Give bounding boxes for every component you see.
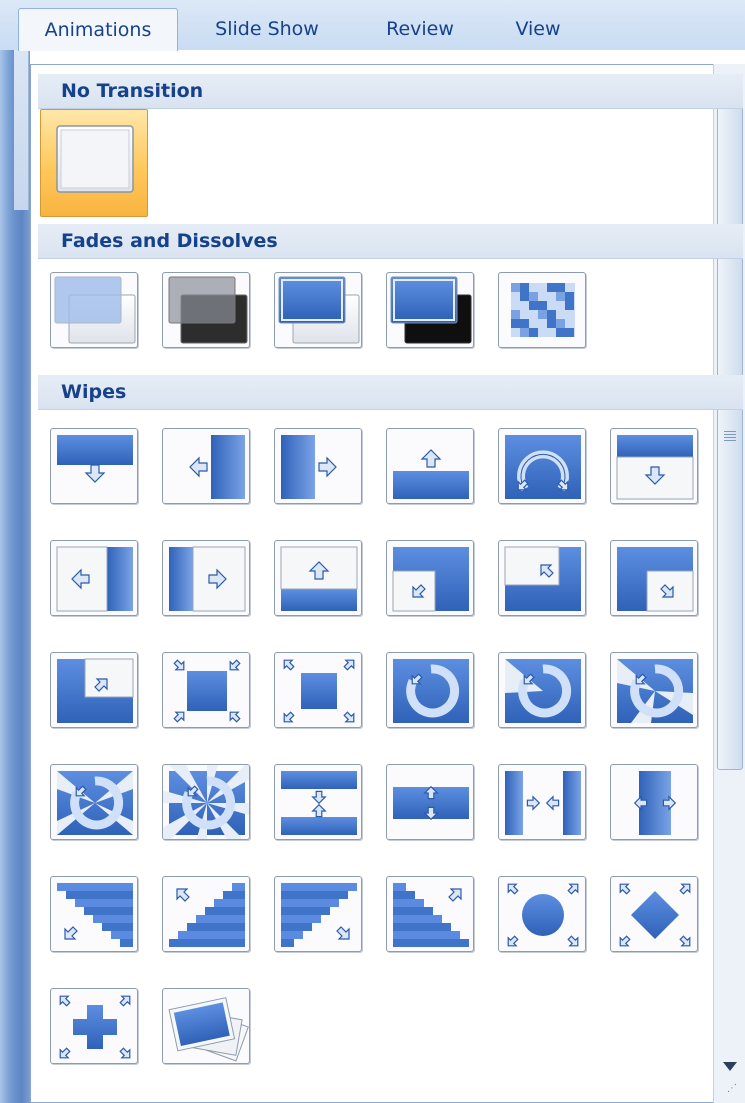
transition-uncover-down[interactable] xyxy=(610,428,698,504)
section-header-wipes: Wipes xyxy=(38,375,743,410)
transition-wheel-1-spoke[interactable] xyxy=(386,652,474,728)
resize-grip-icon[interactable]: ⋰ xyxy=(727,1084,741,1099)
transition-uncover-right[interactable] xyxy=(162,540,250,616)
tab-view[interactable]: View xyxy=(496,8,580,50)
transition-split-vertical-in[interactable] xyxy=(498,764,586,840)
transition-circle[interactable] xyxy=(498,876,586,952)
transition-uncover-right-down[interactable] xyxy=(610,540,698,616)
wipe-right-icon xyxy=(281,435,337,499)
wipe-down-icon xyxy=(57,435,133,483)
wipe-left-icon xyxy=(189,435,245,499)
ribbon-left-edge xyxy=(0,50,30,1103)
fade-through-black-icon xyxy=(168,276,248,344)
strips-left-up-icon xyxy=(169,883,245,947)
transition-strips-right-down[interactable] xyxy=(274,876,362,952)
fade-smoothly-icon xyxy=(54,276,136,344)
gallery-scrollbar[interactable] xyxy=(713,64,745,1103)
uncover-left-down-icon xyxy=(392,547,469,612)
transition-wheel-8-spokes[interactable] xyxy=(162,764,250,840)
transition-wheel-4-spokes[interactable] xyxy=(50,764,138,840)
transition-fade-through-black[interactable] xyxy=(162,272,250,348)
strips-right-up-icon xyxy=(393,883,469,947)
uncover-left-icon xyxy=(56,546,133,612)
wheel-8-spokes-icon xyxy=(163,765,249,839)
transition-split-vertical-out[interactable] xyxy=(610,764,698,840)
transition-random-transition[interactable] xyxy=(162,988,250,1064)
tab-slide-show[interactable]: Slide Show xyxy=(192,8,342,50)
transition-split-horizontal-in[interactable] xyxy=(274,764,362,840)
transition-wipe-up[interactable] xyxy=(386,428,474,504)
transition-uncover-left[interactable] xyxy=(50,540,138,616)
transition-uncover-up[interactable] xyxy=(274,540,362,616)
transition-wheel-2-spokes[interactable] xyxy=(498,652,586,728)
uncover-right-up-icon xyxy=(57,658,134,723)
transition-no-transition[interactable] xyxy=(40,109,148,217)
circle-icon xyxy=(507,883,579,947)
transition-box-in[interactable] xyxy=(162,652,250,728)
transition-wipe-down[interactable] xyxy=(50,428,138,504)
strips-right-down-icon xyxy=(281,883,357,947)
transition-cut[interactable] xyxy=(274,272,362,348)
wedge-icon xyxy=(505,435,581,499)
uncover-left-up-icon xyxy=(504,546,581,611)
transition-cut-through-black[interactable] xyxy=(386,272,474,348)
box-in-icon xyxy=(173,659,241,723)
tab-review[interactable]: Review xyxy=(364,8,476,50)
split-horizontal-in-icon xyxy=(281,771,357,835)
wheel-2-spokes-icon xyxy=(505,659,581,723)
transition-strips-right-up[interactable] xyxy=(386,876,474,952)
uncover-right-icon xyxy=(169,546,246,612)
transition-fade-smoothly[interactable] xyxy=(50,272,138,348)
transition-diamond[interactable] xyxy=(610,876,698,952)
split-vertical-in-icon xyxy=(505,771,581,835)
transition-uncover-left-down[interactable] xyxy=(386,540,474,616)
wheel-3-spokes-icon xyxy=(617,659,693,723)
transition-strips-left-down[interactable] xyxy=(50,876,138,952)
uncover-up-icon xyxy=(280,546,358,611)
transition-wedge[interactable] xyxy=(498,428,586,504)
box-out-icon xyxy=(283,659,355,723)
transition-uncover-left-up[interactable] xyxy=(498,540,586,616)
transition-split-horizontal-out[interactable] xyxy=(386,764,474,840)
wheel-1-spoke-icon xyxy=(393,659,469,723)
transition-strips-left-up[interactable] xyxy=(162,876,250,952)
grip-icon xyxy=(724,431,736,441)
transition-dissolve[interactable] xyxy=(498,272,586,348)
plus-icon xyxy=(59,995,131,1059)
scroll-thumb[interactable] xyxy=(717,102,743,770)
split-vertical-out-icon xyxy=(633,771,677,835)
dissolve-icon xyxy=(511,283,575,337)
section-header-fades-and-dissolves: Fades and Dissolves xyxy=(38,224,743,259)
transition-plus[interactable] xyxy=(50,988,138,1064)
transition-wipe-right[interactable] xyxy=(274,428,362,504)
cut-icon xyxy=(278,276,360,344)
transition-wipe-left[interactable] xyxy=(162,428,250,504)
scroll-down-arrow-icon[interactable] xyxy=(720,1056,740,1076)
transition-wheel-3-spokes[interactable] xyxy=(610,652,698,728)
split-horizontal-out-icon xyxy=(393,785,469,821)
section-header-no-transition: No Transition xyxy=(38,74,743,109)
random-transition-icon xyxy=(168,997,249,1062)
ribbon-group-edge xyxy=(14,50,29,210)
strips-left-down-icon xyxy=(57,883,133,947)
transition-box-out[interactable] xyxy=(274,652,362,728)
tab-animations[interactable]: Animations xyxy=(18,8,178,51)
diamond-icon xyxy=(619,883,691,947)
transition-uncover-right-up[interactable] xyxy=(50,652,138,728)
cut-through-black-icon xyxy=(390,276,472,344)
wheel-4-spokes-icon xyxy=(57,771,133,835)
uncover-right-down-icon xyxy=(617,547,694,612)
wipe-up-icon xyxy=(393,449,469,499)
no-transition-icon xyxy=(56,125,134,193)
uncover-down-icon xyxy=(616,435,694,500)
